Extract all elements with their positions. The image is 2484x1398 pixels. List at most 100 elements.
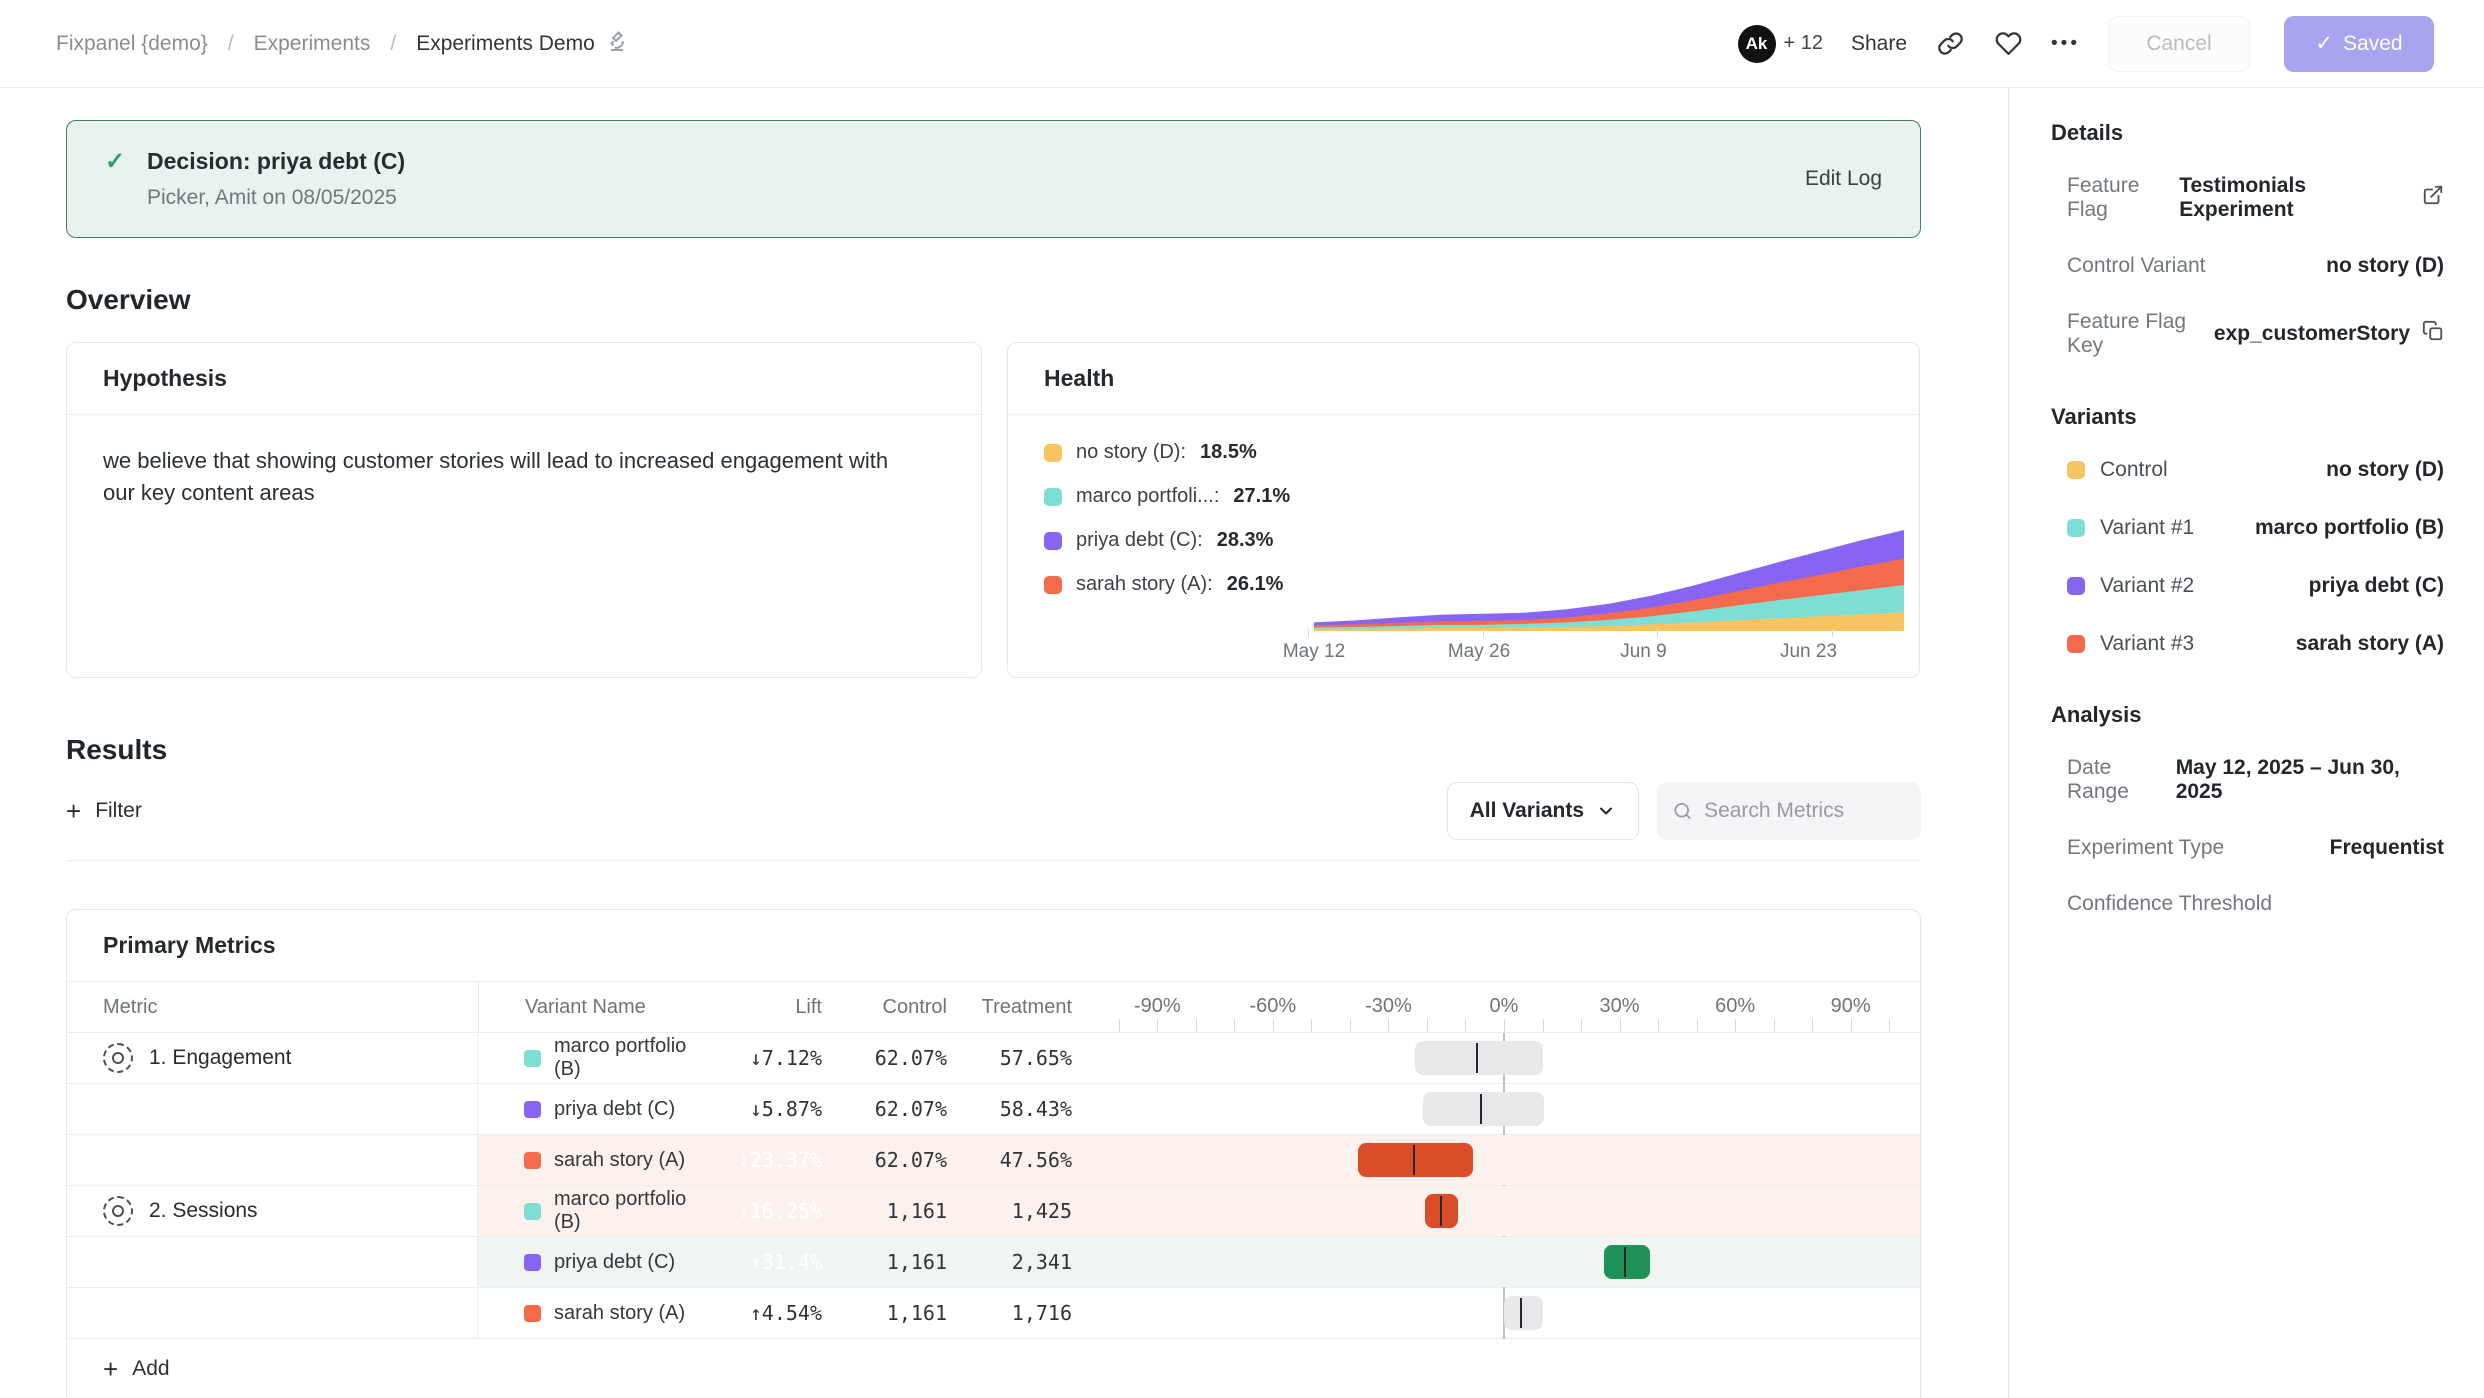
share-button[interactable]: Share [1851,32,1907,56]
external-link-icon[interactable] [2422,184,2444,212]
variant-swatch [524,1101,541,1118]
breadcrumb-item[interactable]: Fixpanel {demo} [56,32,208,56]
confidence-interval-bar [1415,1041,1542,1075]
ci-minor-tick [1735,1019,1736,1032]
breadcrumb-item[interactable]: Experiments Demo [416,29,629,59]
ci-axis-header: -90%-60%-30%0%30%60%90% [1088,982,1920,1032]
x-axis-tick [1657,629,1658,637]
breadcrumb-item-label: Fixpanel {demo} [56,32,208,55]
ci-tick-label: -60% [1250,995,1297,1018]
more-menu-button[interactable]: ••• [2051,33,2080,55]
ci-minor-tick [1388,1019,1389,1032]
add-metric-button[interactable]: + Add [103,1356,1884,1382]
metric-cell [67,1135,478,1185]
legend-name: priya debt (C): [1076,529,1203,552]
control-value: 62.07% [875,1148,947,1172]
detail-value-text: no story (D) [2326,254,2444,278]
ci-minor-tick [1812,1019,1813,1032]
ci-tick-label: 60% [1715,995,1755,1018]
legend-value: 18.5% [1200,441,1257,464]
metric-target-icon [103,1196,133,1226]
control-value: 1,161 [887,1301,947,1325]
search-metrics-input[interactable] [1704,799,1905,823]
detail-value-text: exp_customerStory [2214,322,2410,346]
microscope-icon [605,29,629,59]
detail-value[interactable]: Testimonials Experiment [2179,174,2444,222]
col-header-metric: Metric [67,996,478,1019]
cancel-button[interactable]: Cancel [2108,16,2250,72]
metric-table-row[interactable]: priya debt (C)↑31.4%1,1612,341 [67,1237,1920,1288]
metric-cell [67,1237,478,1287]
lift-cell: ↓5.87% [718,1084,838,1134]
copy-link-icon[interactable] [1935,29,1965,59]
edit-log-button[interactable]: Edit Log [1805,167,1882,191]
chevron-down-icon [1596,801,1616,821]
saved-button[interactable]: ✓Saved [2284,16,2434,72]
metric-table-row[interactable]: priya debt (C) ↓5.87% 62.07% 58.43% [67,1084,1920,1135]
variant-cell: sarah story (A) [478,1135,718,1185]
metric-table-row[interactable]: 2. Sessionsmarco portfolio (B)↓16.25%1,1… [67,1186,1920,1237]
variants-dropdown[interactable]: All Variants [1447,782,1639,840]
confidence-median-line [1624,1247,1626,1277]
search-metrics-box [1657,782,1921,840]
variants-rows: Controlno story (D)Variant #1marco portf… [2051,458,2444,656]
x-axis-tick [1308,629,1309,637]
ci-minor-tick [1311,1019,1312,1032]
detail-value[interactable]: exp_customerStory [2214,320,2444,348]
lift-value: ↓5.87% [750,1097,822,1121]
detail-row: Control Variantno story (D) [2051,254,2444,278]
legend-name: marco portfoli...: [1076,485,1219,508]
ci-minor-tick [1851,1019,1852,1032]
results-toolbar: + Filter All Variants [66,782,1921,840]
treatment-cell: 2,341 [963,1237,1088,1287]
avatar[interactable]: Ak [1738,25,1776,63]
variant-value: marco portfolio (B) [2255,516,2444,540]
add-filter-button[interactable]: + Filter [66,798,142,824]
lift-value: ↓7.12% [750,1046,822,1070]
confidence-interval-bar [1423,1092,1544,1126]
breadcrumb-separator: / [390,32,396,56]
favorite-heart-icon[interactable] [1993,29,2023,59]
metric-table-row[interactable]: sarah story (A)↑4.54%1,1611,716 [67,1288,1920,1339]
ci-minor-tick [1350,1019,1351,1032]
ci-minor-tick [1427,1019,1428,1032]
treatment-value: 58.43% [1000,1097,1072,1121]
add-metric-row: + Add [67,1339,1920,1398]
metric-target-icon [103,1043,133,1073]
x-axis-label: Jun 9 [1620,641,1666,663]
detail-value[interactable]: no story (D) [2326,254,2444,278]
variant-cell: priya debt (C) [478,1084,718,1134]
detail-label: Feature Flag [2067,174,2179,222]
copy-icon[interactable] [2422,320,2444,348]
treatment-value: 1,425 [1012,1199,1072,1223]
variant-value: priya debt (C) [2309,574,2444,598]
metric-cell [67,1288,478,1338]
details-sidebar: Details Feature FlagTestimonials Experim… [2008,88,2484,1398]
metric-table-row[interactable]: sarah story (A)↓23.37%62.07%47.56% [67,1135,1920,1186]
confidence-interval-cell [1088,1186,1920,1236]
primary-metrics-header: Metric Variant Name Lift Control Treatme… [67,981,1920,1033]
breadcrumb-separator: / [228,32,234,56]
variant-key-label: Control [2100,458,2168,482]
confidence-interval-bar [1358,1143,1474,1177]
x-axis-label: May 12 [1283,641,1345,663]
variant-row: Variant #2priya debt (C) [2051,574,2444,598]
plus-icon: + [66,798,81,824]
variant-value: sarah story (A) [2296,632,2444,656]
detail-row: Feature Flag Keyexp_customerStory [2051,310,2444,358]
breadcrumb-item[interactable]: Experiments [254,32,371,56]
health-title: Health [1008,343,1919,415]
variant-name: sarah story (A) [554,1149,685,1172]
ci-tick-label: -90% [1134,995,1181,1018]
collaborators[interactable]: Ak + 12 [1738,25,1823,63]
control-cell: 1,161 [838,1186,963,1236]
primary-metrics-card: Primary Metrics Metric Variant Name Lift… [66,909,1921,1398]
health-card: Health no story (D): 18.5%marco portfoli… [1007,342,1920,678]
lift-value: ↑31.4% [750,1250,822,1274]
metric-table-row[interactable]: 1. Engagementmarco portfolio (B)↓7.12%62… [67,1033,1920,1084]
control-cell: 62.07% [838,1084,963,1134]
control-cell: 62.07% [838,1033,963,1083]
variant-name: priya debt (C) [554,1251,675,1274]
control-value: 62.07% [875,1046,947,1070]
confidence-interval-cell [1088,1288,1920,1338]
